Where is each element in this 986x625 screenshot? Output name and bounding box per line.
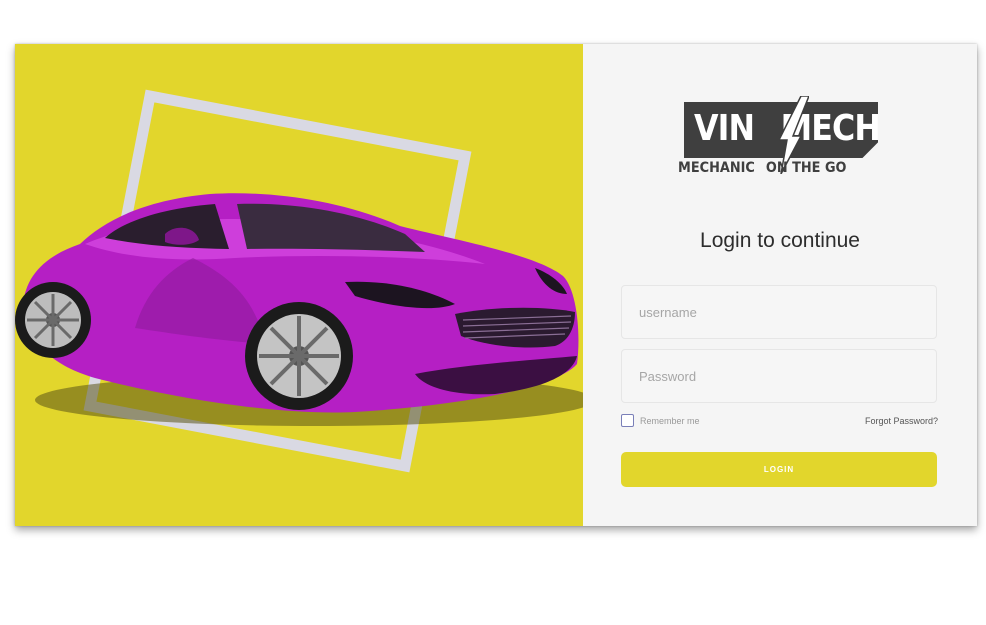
remember-me-checkbox[interactable] (621, 414, 634, 427)
login-heading: Login to continue (700, 229, 860, 252)
remember-me-control[interactable]: Remember me (621, 414, 700, 427)
remember-me-label: Remember me (640, 415, 700, 426)
brand-logo: VIN MECH MECHANIC ON THE GO (678, 94, 883, 184)
hero-illustration (15, 89, 583, 473)
logo-tagline: MECHANIC ON THE GO (678, 160, 846, 176)
username-input[interactable] (621, 285, 937, 339)
logo-tagline-left: MECHANIC (678, 160, 755, 176)
password-input[interactable] (621, 349, 937, 403)
login-button[interactable]: LOGIN (621, 452, 937, 487)
login-panel: VIN MECH MECHANIC ON THE GO Login to conti… (583, 44, 977, 526)
logo-tagline-right: ON THE GO (765, 160, 847, 176)
logo-name-left: VIN (694, 108, 755, 149)
login-card: VIN MECH MECHANIC ON THE GO Login to conti… (15, 44, 977, 526)
forgot-password-link[interactable]: Forgot Password? (865, 416, 938, 426)
hero-image-panel (15, 44, 583, 526)
